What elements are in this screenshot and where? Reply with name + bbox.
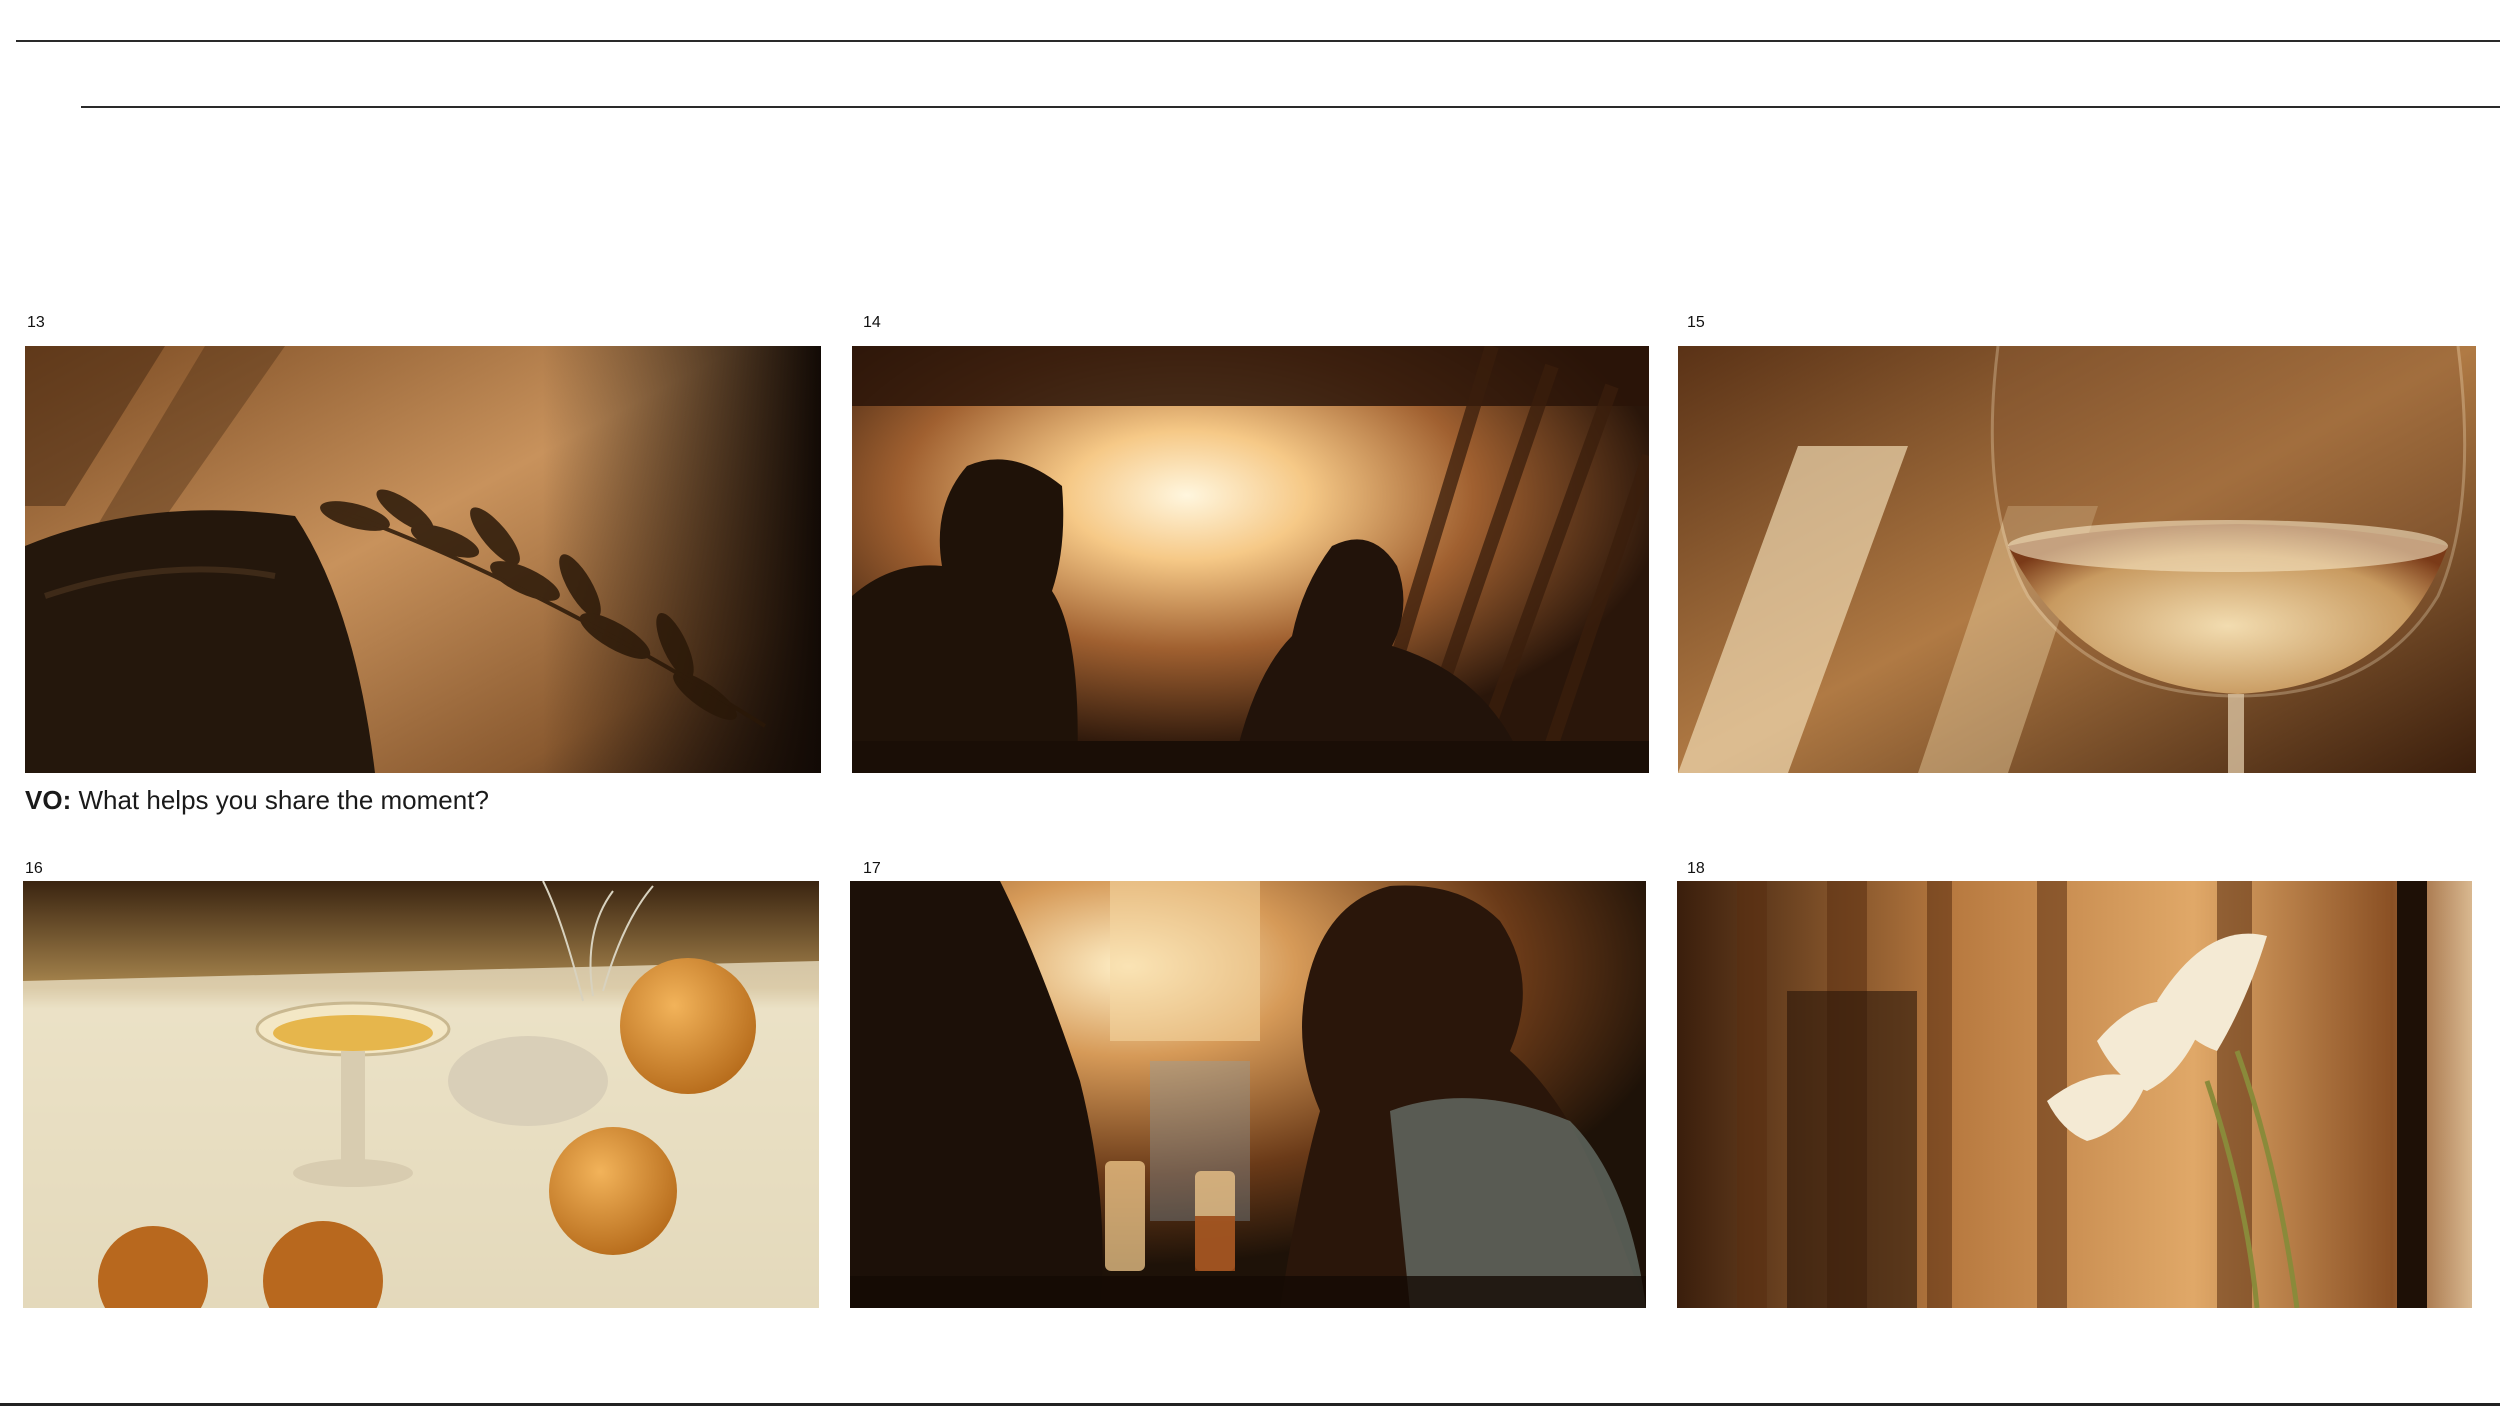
frame-number-14: 14 <box>863 314 881 331</box>
frame-number-15: 15 <box>1687 314 1705 331</box>
secondary-rule <box>81 106 2500 108</box>
frame-16-image <box>23 881 819 1308</box>
frame-number-17: 17 <box>863 860 881 877</box>
frame-18-image <box>1677 881 2472 1308</box>
voiceover-line: VO: What helps you share the moment? <box>25 784 489 816</box>
top-rule <box>16 40 2500 42</box>
voiceover-label: VO: <box>25 785 72 815</box>
frame-number-16: 16 <box>25 860 43 877</box>
frame-14-image <box>852 346 1649 773</box>
frame-13-image <box>25 346 821 773</box>
voiceover-text: What helps you share the moment? <box>78 785 489 815</box>
bottom-rule <box>0 1403 2500 1406</box>
frame-15-image <box>1678 346 2476 773</box>
frame-number-13: 13 <box>27 314 45 331</box>
frame-number-18: 18 <box>1687 860 1705 877</box>
frame-17-image <box>850 881 1646 1308</box>
